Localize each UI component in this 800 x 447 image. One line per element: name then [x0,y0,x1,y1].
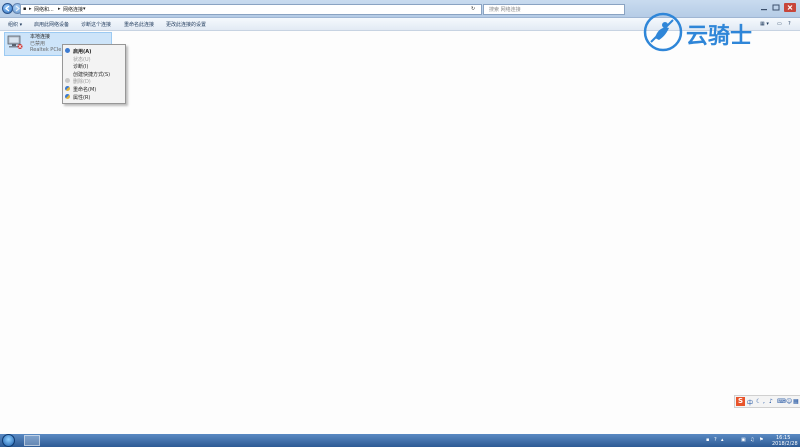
address-field[interactable]: ▪ ▸ 网络和... ▸ 网络连接 ▾ ↻ [20,4,482,15]
shield-icon [65,78,70,83]
grid-icon[interactable]: ▦ [793,398,799,405]
explorer-taskbar-icon[interactable] [24,435,40,446]
speaker-icon[interactable]: ♫ [750,437,754,443]
back-arrow-icon [5,5,10,12]
breadcrumb-separator-icon: ▸ [29,6,32,12]
keyboard-icon[interactable]: ⌨ [777,398,786,405]
rename-button[interactable]: 重命名此连接 [124,21,154,28]
ime-toolbar: S 中 ☾ , ♪ ⌨ ☺ ▦ [734,395,800,408]
moon-icon[interactable]: ☾ [756,398,761,405]
ime-mode-label[interactable]: 中 [747,398,753,407]
network-adapter-icon [6,34,24,50]
change-settings-button[interactable]: 更改此连接的设置 [166,21,206,28]
maximize-icon [772,4,780,11]
close-button[interactable] [784,3,796,12]
breadcrumb-item-current[interactable]: 网络连接 [63,6,83,13]
breadcrumb-item-parent[interactable]: 网络和... [34,6,54,13]
knight-logo-icon [643,12,683,52]
maximize-button[interactable] [772,4,780,11]
comma-icon[interactable]: , [763,398,765,405]
menu-item-properties[interactable]: 属性(R) [63,93,125,101]
minimize-icon [761,9,767,11]
sogou-s-icon[interactable]: S [736,397,745,406]
clock-date[interactable]: 2018/2/28 [772,441,798,447]
connection-name: 本地连接 [30,34,51,40]
tray-app-icon[interactable]: ▪ [706,437,709,443]
organize-menu-button[interactable]: 组织 ▾ [8,21,22,28]
network-folder-icon: ▪ [23,6,27,12]
refresh-icon[interactable]: ↻ [471,6,475,12]
shield-icon [65,94,70,99]
menu-item-delete[interactable]: 删除(D) [63,77,125,85]
menu-item-rename[interactable]: 重命名(M) [63,85,125,93]
watermark-text: 云骑士 [686,24,753,49]
shield-icon [65,86,70,91]
view-options-icon[interactable]: ▦ ▾ [760,21,769,27]
diagnose-button[interactable]: 诊断这个连接 [81,21,111,28]
chevron-down-icon[interactable]: ▾ [83,6,86,12]
user-icon[interactable]: ☺ [786,398,792,405]
tray-help-icon[interactable]: ? [714,437,717,443]
context-menu: 启用(A) 状态(U) 诊断(I) 创建快捷方式(S) 删除(D) 重命名(M)… [62,44,126,104]
network-tray-icon[interactable]: ▣ [741,437,746,443]
connection-adapter: Realtek PCIe [30,47,62,53]
tray-chevron-icon[interactable]: ▴ [721,437,724,443]
help-icon[interactable]: ? [788,21,791,27]
menu-item-enable[interactable]: 启用(A) [63,47,125,55]
enable-device-button[interactable]: 启用此网络设备 [34,21,69,28]
close-icon [787,5,793,10]
menu-item-diagnose[interactable]: 诊断(I) [63,62,125,70]
start-windows-icon[interactable] [2,434,15,447]
search-input[interactable]: 搜索 网络连接 [489,6,521,13]
shield-icon [65,48,70,53]
minimize-button[interactable] [760,4,768,11]
microphone-icon[interactable]: ♪ [769,398,773,405]
taskbar: ▪ ? ▴ ▣ ♫ ⚑ 16:15 2018/2/28 [0,434,800,447]
preview-pane-icon[interactable]: ▭ [777,21,782,27]
search-box[interactable]: 搜索 网络连接 [483,4,625,15]
flag-icon[interactable]: ⚑ [759,437,763,443]
connection-status: 已禁用 [30,41,46,47]
breadcrumb-separator-icon: ▸ [58,6,61,12]
